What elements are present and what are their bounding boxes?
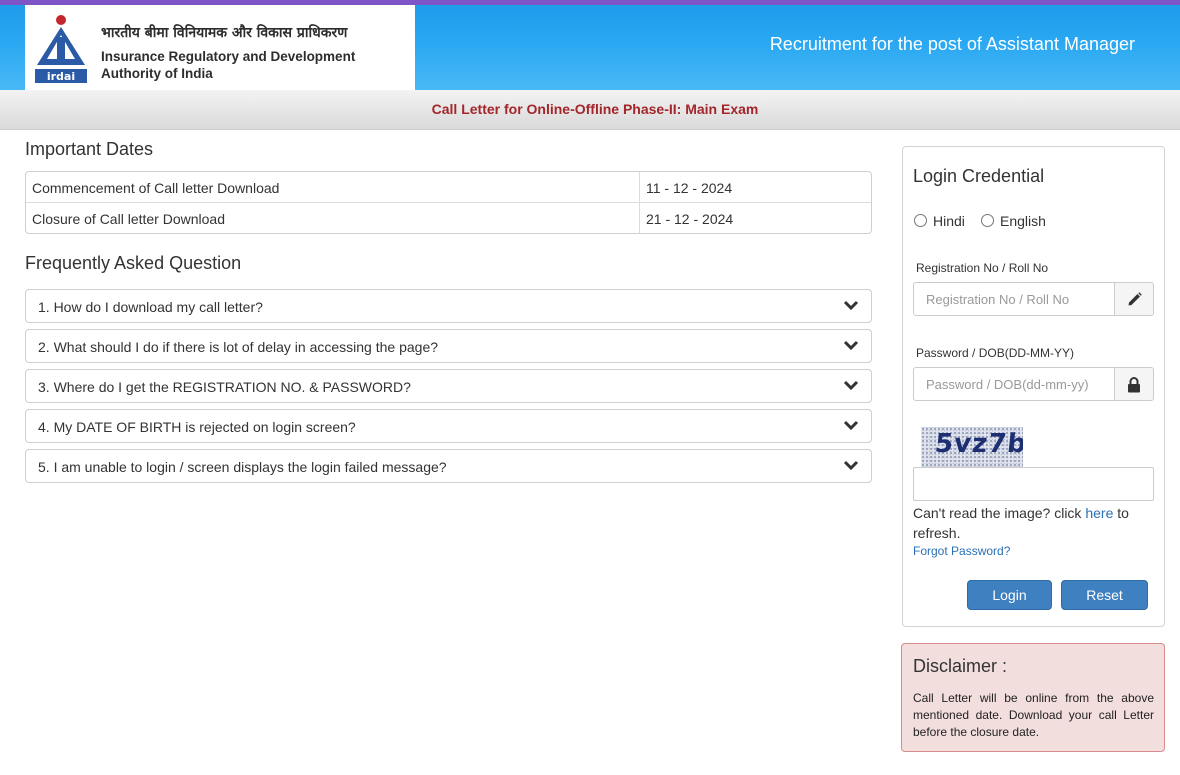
irdai-logo-icon: irdai (35, 15, 87, 83)
forgot-password-link[interactable]: Forgot Password? (913, 544, 1010, 558)
table-row: Closure of Call letter Download 21 - 12 … (26, 203, 871, 233)
subheader-text: Call Letter for Online-Offline Phase-II:… (431, 101, 759, 117)
pencil-icon (1128, 292, 1142, 306)
subheader-bar: Call Letter for Online-Offline Phase-II:… (0, 90, 1180, 130)
password-label: Password / DOB(DD-MM-YY) (916, 346, 1075, 360)
chevron-down-icon (843, 420, 859, 431)
reset-button[interactable]: Reset (1061, 580, 1148, 610)
language-radio-english[interactable] (981, 214, 994, 227)
faq-item-1[interactable]: 1. How do I download my call letter? (25, 289, 872, 323)
disclaimer-text: Call Letter will be online from the abov… (913, 691, 1154, 739)
disclaimer-box: Disclaimer : Call Letter will be online … (901, 643, 1165, 752)
header-banner: irdai भारतीय बीमा विनियामक और विकास प्रा… (0, 5, 1180, 90)
date-label: Commencement of Call letter Download (32, 180, 280, 196)
login-title: Login Credential (913, 166, 1045, 186)
language-label-hindi: Hindi (933, 213, 965, 229)
date-value: 11 - 12 - 2024 (639, 172, 871, 203)
org-name-hindi: भारतीय बीमा विनियामक और विकास प्राधिकरण (101, 25, 348, 41)
login-panel: Login Credential Hindi English Registrat… (902, 146, 1165, 627)
faq-item-2[interactable]: 2. What should I do if there is lot of d… (25, 329, 872, 363)
faq-question: 4. My DATE OF BIRTH is rejected on login… (38, 419, 356, 435)
captcha-refresh-text: Can't read the image? click here to refr… (913, 503, 1158, 543)
captcha-image: 5vz7b (921, 427, 1023, 467)
language-radio-hindi[interactable] (914, 214, 927, 227)
refresh-prefix: Can't read the image? click (913, 505, 1086, 521)
registration-addon (1114, 282, 1154, 316)
faq-item-4[interactable]: 4. My DATE OF BIRTH is rejected on login… (25, 409, 872, 443)
chevron-down-icon (843, 380, 859, 391)
logo-text: irdai (47, 70, 75, 83)
login-button[interactable]: Login (967, 580, 1052, 610)
chevron-down-icon (843, 340, 859, 351)
date-value: 21 - 12 - 2024 (639, 203, 871, 233)
faq-question: 5. I am unable to login / screen display… (38, 459, 447, 475)
page-title: Recruitment for the post of Assistant Ma… (769, 34, 1135, 54)
faq-heading: Frequently Asked Question (25, 253, 242, 273)
chevron-down-icon (843, 300, 859, 311)
captcha-text: 5vz7b (933, 429, 1023, 459)
faq-question: 1. How do I download my call letter? (38, 299, 263, 315)
faq-question: 2. What should I do if there is lot of d… (38, 339, 439, 355)
faq-item-3[interactable]: 3. Where do I get the REGISTRATION NO. &… (25, 369, 872, 403)
important-dates-heading: Important Dates (25, 139, 154, 159)
registration-label: Registration No / Roll No (916, 261, 1049, 275)
lock-icon (1128, 377, 1140, 393)
language-label-english: English (1000, 213, 1046, 229)
org-name-line-1: Insurance Regulatory and Development (101, 49, 356, 64)
disclaimer-title: Disclaimer : (913, 656, 1008, 676)
org-name-english: Insurance Regulatory and Development Aut… (101, 48, 355, 82)
captcha-input[interactable] (913, 467, 1154, 501)
org-name-line-2: Authority of India (101, 66, 213, 81)
logo-block: irdai भारतीय बीमा विनियामक और विकास प्रा… (25, 5, 415, 90)
date-label: Closure of Call letter Download (32, 211, 225, 227)
faq-item-5[interactable]: 5. I am unable to login / screen display… (25, 449, 872, 483)
password-addon (1114, 367, 1154, 401)
chevron-down-icon (843, 460, 859, 471)
password-input[interactable] (913, 367, 1115, 401)
important-dates-table: Commencement of Call letter Download 11 … (25, 171, 872, 234)
table-row: Commencement of Call letter Download 11 … (26, 172, 871, 203)
captcha-refresh-link[interactable]: here (1085, 505, 1113, 521)
registration-input[interactable] (913, 282, 1115, 316)
faq-question: 3. Where do I get the REGISTRATION NO. &… (38, 379, 411, 395)
